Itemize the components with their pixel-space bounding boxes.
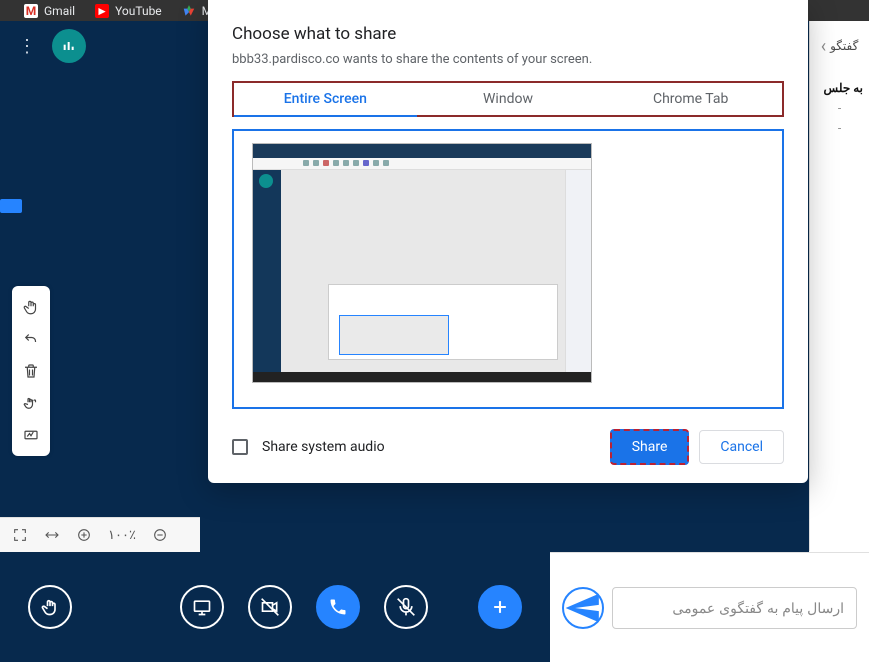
share-audio-row[interactable]: Share system audio (232, 439, 385, 455)
line-tool[interactable] (16, 420, 46, 450)
actions-plus-button[interactable] (478, 585, 522, 629)
mic-off-button[interactable] (384, 585, 428, 629)
share-button[interactable]: Share (610, 429, 690, 465)
tab-chrome-tab[interactable]: Chrome Tab (599, 83, 782, 115)
multiuser-tool[interactable] (16, 388, 46, 418)
dialog-subtitle: bbb33.pardisco.co wants to share the con… (232, 52, 784, 67)
gmail-icon: M (24, 4, 38, 18)
chat-side-body: به جلس - - (810, 71, 869, 151)
hand-tool[interactable] (16, 292, 46, 322)
send-message-button[interactable] (562, 587, 604, 629)
dialog-title: Choose what to share (232, 24, 784, 44)
youtube-icon: ► (95, 4, 109, 18)
restore-presentation-tab[interactable] (0, 199, 22, 213)
chat-header-label: گفتگو (830, 39, 858, 53)
chat-side-header[interactable]: گفتگو › (810, 21, 869, 71)
fullscreen-icon[interactable] (12, 527, 28, 543)
viewer-controls: ۱۰۰٪ (0, 517, 200, 552)
screen-thumbnail (252, 143, 592, 383)
bookmark-gmail[interactable]: M Gmail (24, 4, 75, 18)
tab-window[interactable]: Window (417, 83, 600, 115)
chevron-right-icon: › (821, 36, 826, 57)
chat-input-area (550, 552, 869, 662)
camera-off-button[interactable] (248, 585, 292, 629)
chat-welcome-text: به جلس (816, 81, 863, 95)
share-audio-label: Share system audio (262, 439, 385, 455)
fit-width-icon[interactable] (44, 527, 60, 543)
zoom-out-icon[interactable] (152, 527, 168, 543)
chat-dash: - (816, 121, 863, 135)
delete-tool[interactable] (16, 356, 46, 386)
screen-share-dialog: Choose what to share bbb33.pardisco.co w… (208, 0, 808, 483)
share-source-tabs: Entire Screen Window Chrome Tab (232, 81, 784, 117)
chat-dash: - (816, 101, 863, 115)
screen-preview[interactable] (232, 129, 784, 409)
poll-icon[interactable] (52, 29, 86, 63)
chat-message-input[interactable] (612, 587, 857, 629)
maps-icon (182, 4, 196, 18)
share-screen-button[interactable] (180, 585, 224, 629)
menu-kebab-icon[interactable]: ⋮ (14, 32, 40, 61)
undo-tool[interactable] (16, 324, 46, 354)
call-controls-bar (0, 552, 550, 662)
whiteboard-tools (12, 286, 50, 456)
raise-hand-button[interactable] (28, 585, 72, 629)
share-audio-checkbox[interactable] (232, 439, 248, 455)
bookmark-label: YouTube (115, 4, 162, 18)
cancel-button[interactable]: Cancel (699, 430, 784, 464)
zoom-level: ۱۰۰٪ (108, 528, 136, 543)
chat-side-panel: گفتگو › به جلس - - (809, 21, 869, 551)
bookmark-youtube[interactable]: ► YouTube (95, 4, 162, 18)
zoom-in-icon[interactable] (76, 527, 92, 543)
audio-button[interactable] (316, 585, 360, 629)
tab-entire-screen[interactable]: Entire Screen (234, 83, 417, 115)
bookmark-label: Gmail (44, 4, 75, 18)
dialog-footer: Share system audio Share Cancel (232, 429, 784, 465)
